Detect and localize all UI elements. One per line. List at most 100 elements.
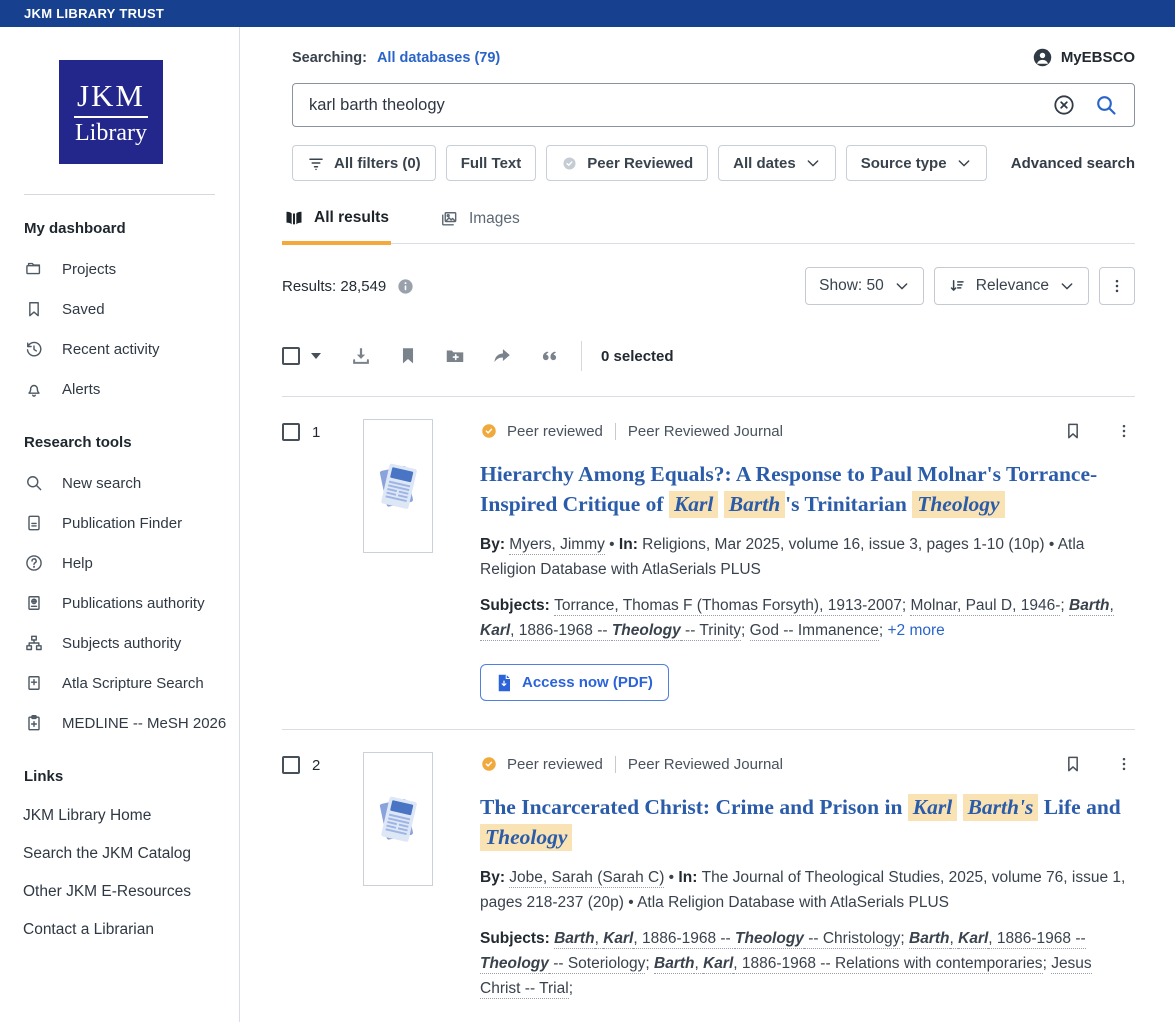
share-button[interactable] bbox=[489, 343, 515, 369]
myebsco-button[interactable]: MyEBSCO bbox=[1032, 47, 1135, 68]
pdf-file-icon bbox=[496, 674, 512, 692]
access-pdf-button[interactable]: Access now (PDF) bbox=[480, 664, 669, 701]
text-link-segment[interactable]: Myers, Jimmy bbox=[509, 536, 605, 555]
tab-images[interactable]: Images bbox=[437, 208, 522, 243]
result-thumbnail[interactable] bbox=[363, 419, 433, 553]
text-link-segment[interactable]: Barth bbox=[554, 930, 594, 949]
result-more-options-button[interactable] bbox=[1113, 753, 1135, 775]
advanced-search-link[interactable]: Advanced search bbox=[1011, 155, 1135, 172]
text-link-segment[interactable]: -- Soteriology bbox=[549, 955, 645, 974]
text-link-segment[interactable]: Theology bbox=[735, 930, 804, 949]
text-link-segment[interactable]: Theology bbox=[480, 955, 549, 974]
link-jkm-library-home[interactable]: JKM Library Home bbox=[0, 797, 239, 835]
text-link-segment[interactable]: Barth bbox=[654, 955, 694, 974]
text-link-segment[interactable]: , bbox=[950, 930, 959, 949]
all-filters-button[interactable]: All filters (0) bbox=[292, 145, 436, 181]
tab-all-results[interactable]: All results bbox=[282, 208, 391, 245]
text-link-segment[interactable]: God -- Immanence bbox=[750, 622, 879, 641]
sidebar-item-alerts[interactable]: Alerts bbox=[0, 369, 239, 409]
text-link-segment[interactable]: , 1886-1968 -- bbox=[988, 930, 1085, 949]
result-thumbnail[interactable] bbox=[363, 752, 433, 886]
text-link-segment[interactable]: , 1886-1968 -- Relations with contempora… bbox=[733, 955, 1042, 974]
text-link-segment[interactable]: , 1886-1968 -- bbox=[510, 622, 612, 641]
text-link-segment[interactable]: Barth bbox=[909, 930, 949, 949]
sidebar-item-medline-mesh[interactable]: MEDLINE -- MeSH 2026 bbox=[0, 703, 239, 743]
sidebar-item-publications-authority[interactable]: Publications authority bbox=[0, 583, 239, 623]
badge-check-icon bbox=[561, 155, 578, 172]
text-link-segment[interactable]: , bbox=[1109, 597, 1113, 616]
result-byline: By: Jobe, Sarah (Sarah C) • In: The Jour… bbox=[480, 865, 1135, 915]
peer-reviewed-badge-icon bbox=[480, 422, 498, 440]
bookmark-result-button[interactable] bbox=[1061, 419, 1085, 443]
link-other-jkm-eresources[interactable]: Other JKM E-Resources bbox=[0, 873, 239, 911]
results-count: Results: 28,549 bbox=[282, 278, 386, 295]
sidebar-item-subjects-authority[interactable]: Subjects authority bbox=[0, 623, 239, 663]
text-link-segment[interactable]: Jobe, Sarah (Sarah C) bbox=[509, 869, 664, 888]
result-subjects: Subjects: Torrance, Thomas F (Thomas For… bbox=[480, 593, 1135, 643]
result-checkbox[interactable] bbox=[282, 423, 300, 441]
search-input[interactable] bbox=[309, 96, 1036, 115]
sidebar-item-publication-finder[interactable]: Publication Finder bbox=[0, 503, 239, 543]
text-link-segment[interactable]: Theology bbox=[612, 622, 681, 641]
info-icon[interactable] bbox=[396, 277, 415, 296]
sidebar: JKM Library My dashboard Projects Saved … bbox=[0, 27, 240, 1022]
search-submit-button[interactable] bbox=[1092, 91, 1120, 119]
sidebar-item-help[interactable]: Help bbox=[0, 543, 239, 583]
search-bar bbox=[292, 83, 1135, 127]
all-databases-link[interactable]: All databases (79) bbox=[377, 50, 500, 66]
text-link-segment[interactable]: Karl bbox=[480, 622, 510, 641]
sidebar-item-atla-scripture-search[interactable]: Atla Scripture Search bbox=[0, 663, 239, 703]
results-more-options-button[interactable] bbox=[1099, 267, 1135, 305]
result-card-1: 1 bbox=[282, 397, 1135, 729]
download-button[interactable] bbox=[348, 343, 374, 369]
text-link-segment[interactable]: , bbox=[694, 955, 703, 974]
result-title[interactable]: Hierarchy Among Equals?: A Response to P… bbox=[480, 459, 1125, 519]
result-more-options-button[interactable] bbox=[1113, 420, 1135, 442]
text-link-segment[interactable]: -- Trinity bbox=[681, 622, 741, 641]
text-link-segment[interactable]: Karl bbox=[703, 955, 733, 974]
search-icon bbox=[1094, 93, 1118, 117]
text-segment: • bbox=[605, 536, 619, 553]
peer-reviewed-button[interactable]: Peer Reviewed bbox=[546, 145, 708, 181]
bookmark-result-button[interactable] bbox=[1061, 752, 1085, 776]
sidebar-item-projects[interactable]: Projects bbox=[0, 249, 239, 289]
all-dates-label: All dates bbox=[733, 155, 796, 172]
save-bookmark-button[interactable] bbox=[395, 343, 421, 369]
sort-dropdown[interactable]: Relevance bbox=[934, 267, 1089, 305]
text-link-segment[interactable]: -- Christology bbox=[804, 930, 900, 949]
text-link-segment[interactable]: , 1886-1968 -- bbox=[633, 930, 735, 949]
add-to-project-button[interactable] bbox=[442, 343, 468, 369]
download-icon bbox=[350, 345, 372, 367]
text-link-segment[interactable]: Karl bbox=[958, 930, 988, 949]
text-link-segment[interactable]: Torrance, Thomas F (Thomas Forsyth), 191… bbox=[554, 597, 902, 616]
result-checkbox[interactable] bbox=[282, 756, 300, 774]
sidebar-item-new-search[interactable]: New search bbox=[0, 463, 239, 503]
sidebar-item-saved[interactable]: Saved bbox=[0, 289, 239, 329]
link-contact-librarian[interactable]: Contact a Librarian bbox=[0, 911, 239, 949]
select-all-checkbox[interactable] bbox=[282, 347, 300, 365]
text-link-segment[interactable]: Molnar, Paul D, 1946- bbox=[910, 597, 1060, 616]
source-type-dropdown[interactable]: Source type bbox=[846, 145, 987, 181]
full-text-button[interactable]: Full Text bbox=[446, 145, 537, 181]
cite-button[interactable] bbox=[536, 343, 562, 369]
sidebar-item-recent-activity[interactable]: Recent activity bbox=[0, 329, 239, 369]
text-link-segment[interactable]: Karl bbox=[603, 930, 633, 949]
clear-search-button[interactable] bbox=[1050, 91, 1078, 119]
result-number: 2 bbox=[312, 756, 320, 774]
myebsco-label: MyEBSCO bbox=[1061, 49, 1135, 66]
text-link-segment[interactable]: +2 more bbox=[887, 622, 944, 639]
all-dates-dropdown[interactable]: All dates bbox=[718, 145, 836, 181]
hierarchy-icon bbox=[24, 633, 44, 653]
text-link-segment[interactable]: , bbox=[595, 930, 604, 949]
result-title[interactable]: The Incarcerated Christ: Crime and Priso… bbox=[480, 792, 1125, 852]
sort-icon bbox=[948, 277, 966, 295]
library-logo[interactable]: JKM Library bbox=[59, 60, 163, 164]
tab-label: Images bbox=[469, 210, 520, 228]
text-segment: ; bbox=[645, 955, 654, 972]
select-all-caret[interactable] bbox=[311, 353, 321, 364]
link-search-jkm-catalog[interactable]: Search the JKM Catalog bbox=[0, 835, 239, 873]
show-per-page-dropdown[interactable]: Show: 50 bbox=[805, 267, 924, 305]
text-link-segment[interactable]: Barth bbox=[1069, 597, 1109, 616]
peer-reviewed-badge-icon bbox=[480, 755, 498, 773]
peer-reviewed-badge: Peer reviewed bbox=[507, 756, 603, 773]
